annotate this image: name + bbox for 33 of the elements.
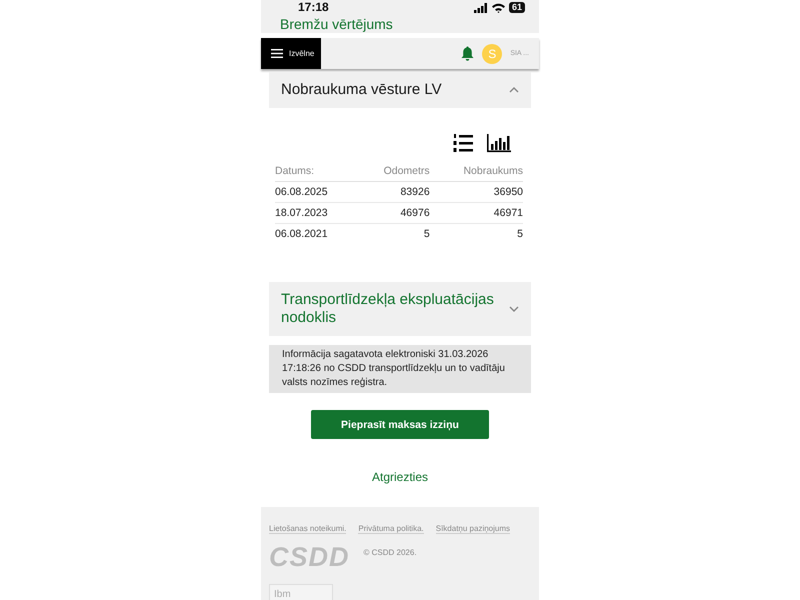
section-header[interactable]: Nobraukuma vēsture LV [269, 72, 531, 108]
table-cell: 18.07.2023 [275, 202, 358, 224]
info-text: Informācija sagatavota elektroniski 31.03.2026 17:18:26 no CSDD transportlīdzekļu un to vadītāju valsts nozīmes reģistra. [269, 345, 531, 393]
column-header: Datums: [275, 161, 358, 182]
footer-link[interactable]: Lietošanas noteikumi. [269, 524, 346, 534]
footer-link[interactable]: Privātuma politika. [358, 524, 424, 534]
request-button[interactable]: Pieprasīt maksas izziņu [311, 410, 489, 439]
column-header: Nobraukums [430, 161, 523, 182]
table-cell: 83926 [357, 182, 430, 202]
wifi-icon [492, 2, 505, 12]
copyright-text: © CSDD 2026. [364, 548, 417, 557]
table-cell: 5 [430, 224, 523, 244]
section-title: Transportlīdzekļa ekspluatācijas nodoklis [281, 291, 495, 327]
table-cell: 5 [357, 224, 430, 244]
bell-icon[interactable] [461, 46, 474, 61]
table-cell: 06.08.2025 [275, 182, 358, 202]
signal-icon [474, 2, 488, 12]
section-header[interactable]: Transportlīdzekļa ekspluatācijas nodoklis [269, 282, 531, 336]
menu-icon [271, 49, 283, 58]
back-link[interactable]: Atgriezties [269, 470, 531, 484]
table-cell: 36950 [430, 182, 523, 202]
battery-level: 61 [508, 2, 525, 13]
table-cell: 46976 [357, 202, 430, 224]
footer-link[interactable]: Sīkdatņu paziņojums [436, 524, 510, 534]
column-header: Odometrs [357, 161, 430, 182]
table-cell: 46971 [430, 202, 523, 224]
section-title: Nobraukuma vēsture LV [281, 81, 442, 99]
status-time: 17:18 [298, 1, 329, 14]
menu-button[interactable]: Izvēlne [261, 38, 321, 69]
bar-chart-icon[interactable] [487, 133, 511, 153]
numbered-list-icon[interactable] [453, 133, 473, 153]
table-cell: 06.08.2021 [275, 224, 358, 244]
section-title[interactable]: Bremžu vērtējums [280, 16, 393, 32]
